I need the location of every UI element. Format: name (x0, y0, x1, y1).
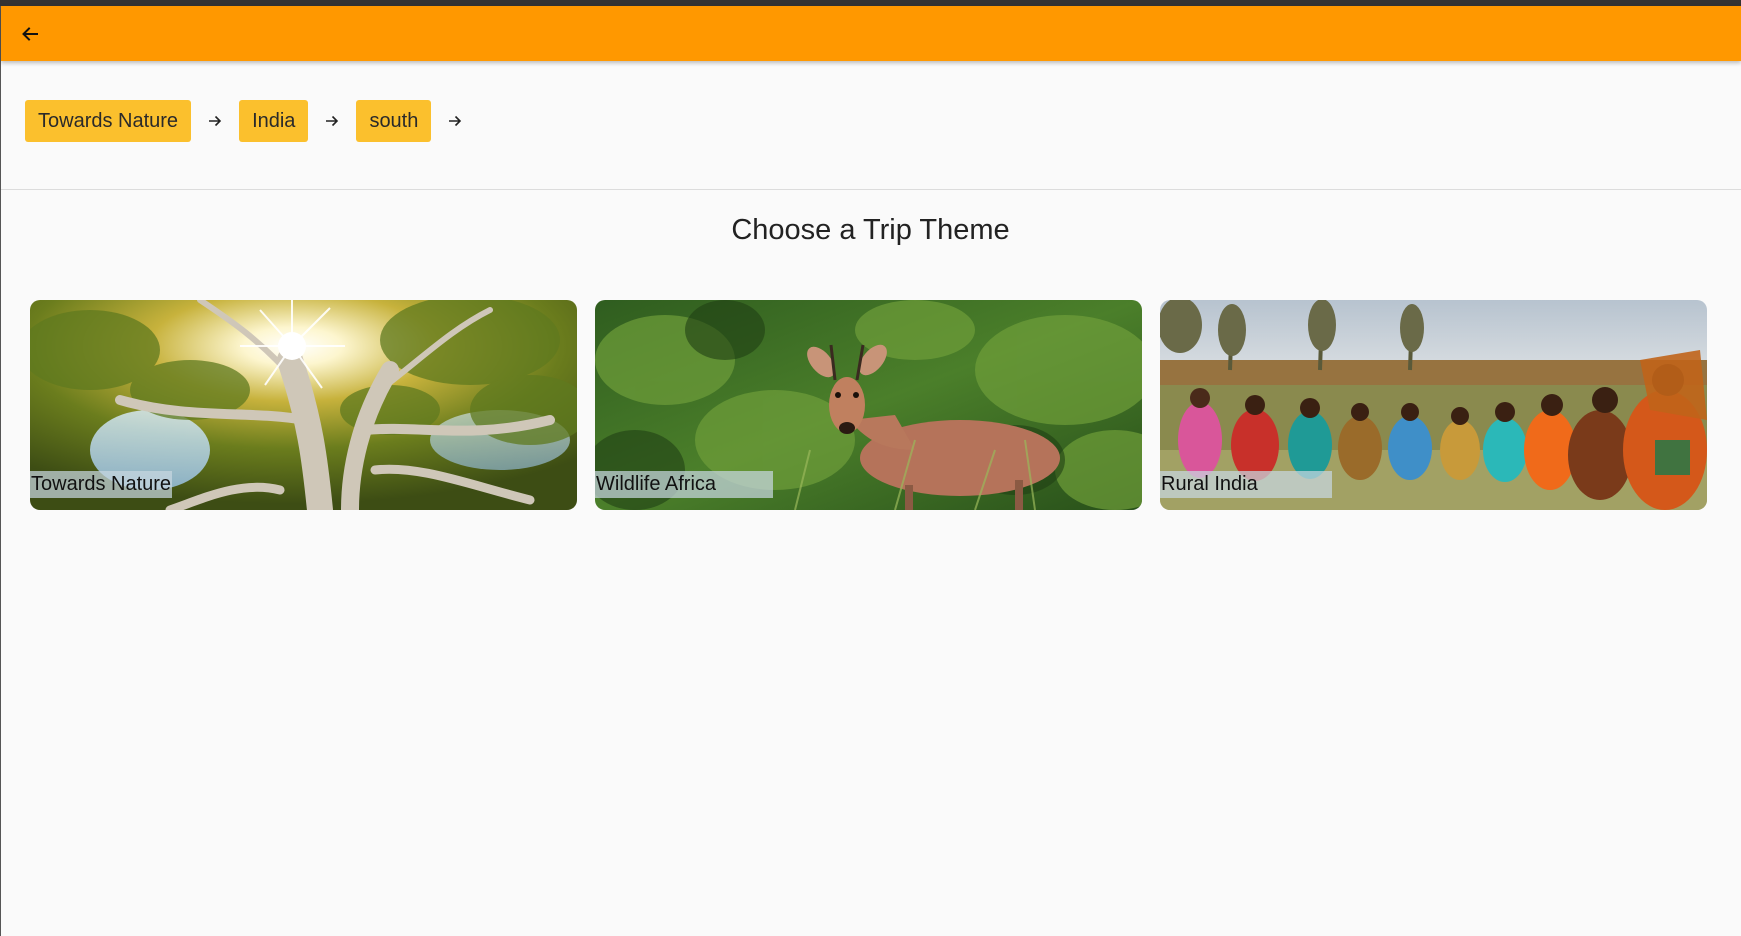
theme-card-label: Wildlife Africa (595, 471, 773, 498)
arrow-right-icon (191, 100, 239, 142)
breadcrumb: Towards Nature India south (25, 100, 479, 142)
window-left-edge (0, 6, 1, 936)
app-window: Towards Nature India south Choose a Trip… (0, 0, 1741, 936)
arrow-right-icon (431, 100, 479, 142)
theme-card-rural-india[interactable]: Rural India (1160, 300, 1707, 510)
back-button[interactable] (13, 17, 47, 51)
breadcrumb-chip-india[interactable]: India (239, 100, 309, 142)
section-divider (1, 189, 1741, 190)
theme-card-label: Rural India (1160, 471, 1332, 498)
app-bar (1, 6, 1741, 61)
theme-card-wildlife-africa[interactable]: Wildlife Africa (595, 300, 1142, 510)
arrow-right-icon (308, 100, 356, 142)
breadcrumb-chip-south[interactable]: south (356, 100, 432, 142)
theme-card-label: Towards Nature (30, 471, 172, 498)
page-title: Choose a Trip Theme (731, 214, 1010, 246)
theme-card-towards-nature[interactable]: Towards Nature (30, 300, 577, 510)
arrow-left-icon (22, 27, 38, 41)
breadcrumb-chip-towards-nature[interactable]: Towards Nature (25, 100, 192, 142)
